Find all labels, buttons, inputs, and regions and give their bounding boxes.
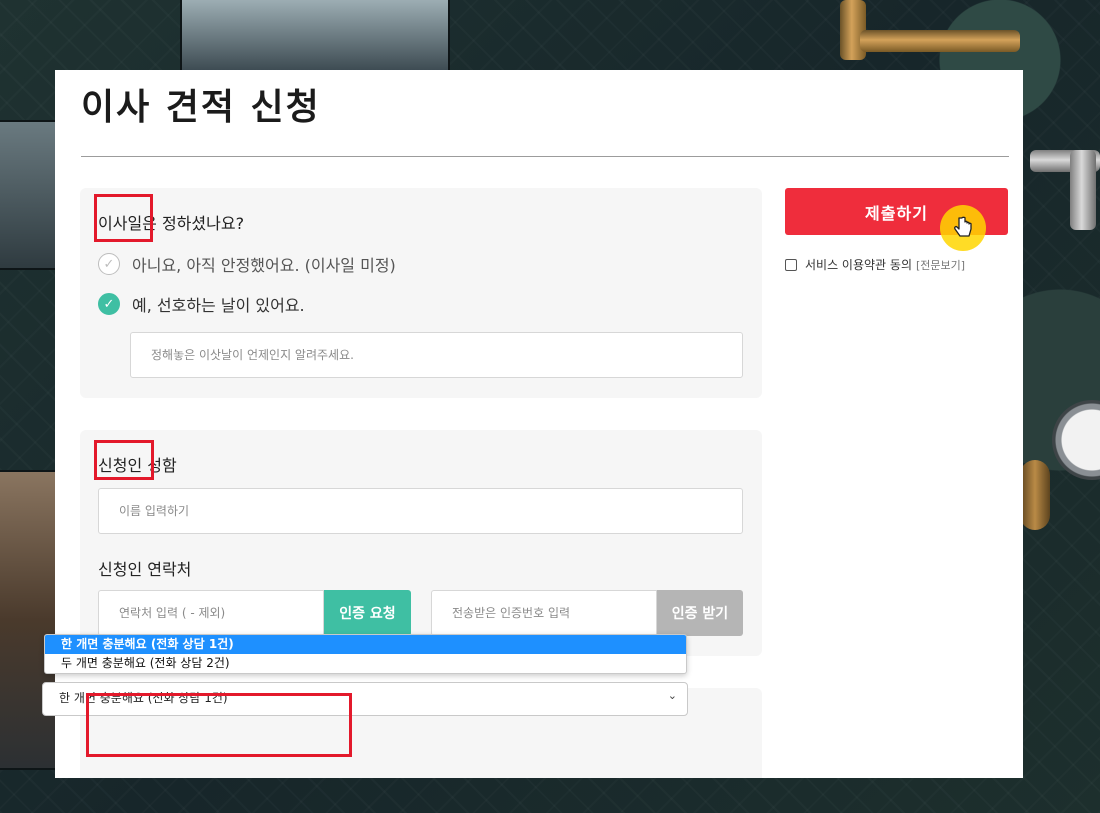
hand-pointer-icon	[940, 205, 986, 251]
applicant-section: 신청인 성함 신청인 연락처 인증 요청 인증 받기	[80, 430, 762, 656]
dropdown-option-2[interactable]: 두 개면 충분해요 (전화 상담 2건)	[45, 654, 686, 673]
move-date-option-undecided[interactable]: ✓ 아니요, 아직 안정했어요. (이사일 미정)	[98, 252, 396, 276]
consult-selected-value: 한 개면 충분해요 (전화 상담 1건)	[59, 691, 228, 705]
title-divider	[81, 156, 1009, 157]
request-verification-button[interactable]: 인증 요청	[324, 590, 411, 636]
terms-label: 서비스 이용약관 동의	[805, 258, 912, 272]
move-date-input[interactable]	[130, 332, 743, 378]
terms-agree[interactable]: 서비스 이용약관 동의 [전문보기]	[785, 256, 965, 273]
applicant-name-input[interactable]	[98, 488, 743, 534]
receive-verification-button[interactable]: 인증 받기	[657, 590, 743, 636]
chevron-down-icon: ⌄	[667, 689, 677, 702]
move-date-section: 이사일은 정하셨나요? ✓ 아니요, 아직 안정했어요. (이사일 미정) ✓ …	[80, 188, 762, 398]
move-date-question: 이사일은 정하셨나요?	[98, 214, 245, 233]
dropdown-option-1[interactable]: 한 개면 충분해요 (전화 상담 1건)	[45, 635, 686, 654]
page-title: 이사 견적 신청	[81, 87, 321, 128]
decor-pipe	[860, 30, 1020, 52]
option-label: 아니요, 아직 안정했어요. (이사일 미정)	[132, 256, 396, 275]
applicant-name-label: 신청인 성함	[98, 456, 177, 475]
verification-code-input[interactable]	[431, 590, 657, 636]
option-label: 예, 선호하는 날이 있어요.	[132, 296, 305, 315]
move-date-option-preferred[interactable]: ✓ 예, 선호하는 날이 있어요.	[98, 292, 305, 316]
decor-pipe	[1070, 150, 1096, 230]
check-icon: ✓	[98, 293, 120, 315]
background-photo	[180, 0, 450, 72]
applicant-phone-label: 신청인 연락처	[98, 560, 192, 579]
decor-valve	[1020, 460, 1050, 530]
terms-full-link[interactable]: [전문보기]	[916, 257, 965, 273]
phone-input[interactable]	[98, 590, 324, 636]
check-icon: ✓	[98, 253, 120, 275]
consult-dropdown-list[interactable]: 한 개면 충분해요 (전화 상담 1건) 두 개면 충분해요 (전화 상담 2건…	[44, 634, 687, 674]
terms-checkbox[interactable]	[785, 258, 797, 271]
consult-select[interactable]: 한 개면 충분해요 (전화 상담 1건) ⌄	[42, 682, 688, 716]
